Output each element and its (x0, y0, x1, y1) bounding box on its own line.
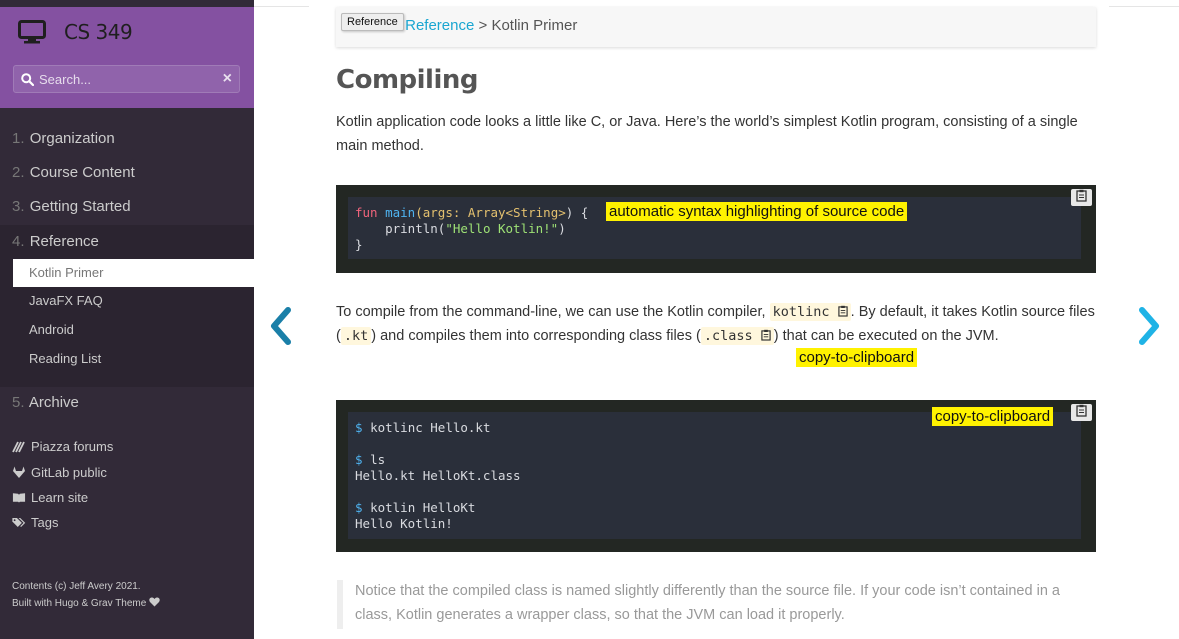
code-token: kotlin HelloKt (370, 500, 476, 515)
breadcrumb-sep: > (478, 17, 488, 34)
tags-icon (12, 516, 26, 529)
sidebar: CS 349 × 1. Organization 2. Course Conte… (0, 0, 254, 639)
sidebar-item-course-content[interactable]: 2. Course Content (0, 156, 254, 190)
shortcut-learn[interactable]: Learn site (12, 490, 88, 505)
close-icon[interactable]: × (223, 70, 232, 88)
nav-label: Archive (28, 394, 79, 411)
code-content: $ kotlinc Hello.kt $ ls Hello.kt HelloKt… (348, 412, 1081, 539)
code-text: .class (703, 328, 753, 344)
code-token: fun (355, 205, 378, 220)
main-area: Home > Reference > Kotlin Primer Referen… (254, 0, 1179, 639)
code-token: println( (355, 221, 446, 236)
code-token: $ (355, 420, 363, 435)
chevron-left-icon (266, 307, 296, 350)
shortcut-piazza[interactable]: Piazza forums (12, 439, 113, 454)
copy-icon (1076, 189, 1087, 207)
code-token: Hello.kt HelloKt.class (355, 468, 521, 483)
text-segment: To compile from the command-line, we can… (336, 304, 770, 320)
annotation-label: copy-to-clipboard (796, 348, 918, 367)
inline-code-kt[interactable]: .kt (340, 327, 372, 345)
sidebar-item-reference[interactable]: 4. Reference (0, 225, 254, 259)
shortcut-label: Tags (31, 515, 59, 530)
chevron-right-icon (1134, 307, 1164, 350)
next-page-button[interactable] (1134, 306, 1164, 346)
book-icon (12, 492, 26, 503)
code-token: $ (355, 452, 363, 467)
shortcut-label: GitLab public (31, 465, 107, 480)
copy-icon[interactable] (837, 304, 848, 320)
shortcut-label: Piazza forums (31, 439, 114, 454)
copy-button[interactable] (1071, 404, 1092, 421)
nav-number: 3. (12, 198, 25, 215)
code-token: ) (558, 221, 566, 236)
code-token: kotlinc Hello.kt (370, 420, 491, 435)
sidebar-item-organization[interactable]: 1. Organization (0, 122, 254, 156)
logo-text: CS 349 (64, 20, 133, 44)
copy-icon[interactable] (761, 328, 771, 344)
code-token: } (355, 237, 363, 252)
annotation-label: copy-to-clipboard (932, 407, 1054, 426)
code-token: (args: (415, 205, 468, 220)
sidebar-footer: Contents (c) Jeff Avery 2021. Built with… (12, 578, 160, 612)
sidebar-item-getting-started[interactable]: 3. Getting Started (0, 190, 254, 224)
breadcrumb-current: Kotlin Primer (491, 17, 578, 34)
sidebar-subitem-kotlin-primer[interactable]: Kotlin Primer (13, 259, 254, 287)
code-token: ls (370, 452, 386, 467)
nav-label: Getting Started (29, 198, 131, 215)
inline-code-class[interactable]: .class (700, 327, 774, 345)
nav-number: 4. (12, 233, 25, 250)
annotation-label: automatic syntax highlighting of source … (606, 202, 908, 221)
footer-credits: Built with Hugo & Grav Theme (12, 595, 160, 612)
sidebar-subitem-reading-list[interactable]: Reading List (13, 345, 254, 373)
inline-code-kotlinc[interactable]: kotlinc (769, 303, 851, 321)
tooltip: Reference (341, 13, 404, 31)
heart-icon (149, 597, 160, 609)
breadcrumb-reference[interactable]: Reference (405, 17, 474, 34)
logo[interactable]: CS 349 (18, 20, 133, 44)
piazza-icon (12, 441, 26, 453)
page-title: Compiling (336, 65, 479, 95)
nav-number: 1. (12, 130, 25, 147)
nav-label: Reference (29, 233, 99, 250)
code-token: "Hello Kotlin!" (445, 221, 559, 236)
copy-icon (1076, 404, 1087, 422)
compile-paragraph: To compile from the command-line, we can… (336, 300, 1096, 348)
footer-credits-text: Built with Hugo & Grav Theme (12, 598, 147, 609)
reference-subnav: Kotlin Primer JavaFX FAQ Android Reading… (0, 259, 254, 387)
sidebar-item-archive[interactable]: 5. Archive (0, 386, 254, 420)
search-icon (21, 73, 35, 91)
code-token: Hello Kotlin! (355, 516, 453, 531)
content-column: Home > Reference > Kotlin Primer Referen… (309, 0, 1109, 639)
code-token: main (385, 205, 416, 220)
code-token: $ (355, 500, 363, 515)
shortcut-label: Learn site (31, 490, 89, 505)
blockquote-bar (337, 580, 343, 629)
prev-page-button[interactable] (266, 306, 296, 346)
shortcut-tags[interactable]: Tags (12, 515, 58, 530)
code-block-kotlin: fun main(args: Array<String>) { println(… (336, 185, 1096, 273)
code-token: Array<String> (467, 205, 566, 220)
notice-blockquote: Notice that the compiled class is named … (355, 583, 1060, 623)
text-segment: ) and compiles them into corresponding c… (371, 328, 701, 344)
copy-button[interactable] (1071, 189, 1092, 206)
sidebar-subitem-android[interactable]: Android (13, 316, 254, 344)
search-box: × (13, 65, 240, 93)
sidebar-subitem-javafx-faq[interactable]: JavaFX FAQ (13, 287, 254, 315)
search-input[interactable] (39, 69, 214, 90)
text-segment: ) that can be executed on the JVM. (773, 328, 999, 344)
gitlab-icon (12, 466, 26, 479)
intro-paragraph: Kotlin application code looks a little l… (336, 114, 1078, 154)
nav-number: 5. (12, 394, 25, 411)
code-text: kotlinc (772, 304, 830, 320)
nav-number: 2. (12, 164, 25, 181)
nav-label: Organization (29, 130, 115, 147)
footer-copyright: Contents (c) Jeff Avery 2021. (12, 581, 141, 592)
code-token: ) { (565, 205, 589, 220)
sidebar-header: CS 349 × (0, 7, 254, 108)
code-block-shell: $ kotlinc Hello.kt $ ls Hello.kt HelloKt… (336, 400, 1096, 552)
shortcut-gitlab[interactable]: GitLab public (12, 465, 107, 480)
nav-label: Course Content (29, 164, 135, 181)
desktop-icon (18, 20, 46, 44)
breadcrumb: Home > Reference > Kotlin Primer (336, 7, 1096, 47)
